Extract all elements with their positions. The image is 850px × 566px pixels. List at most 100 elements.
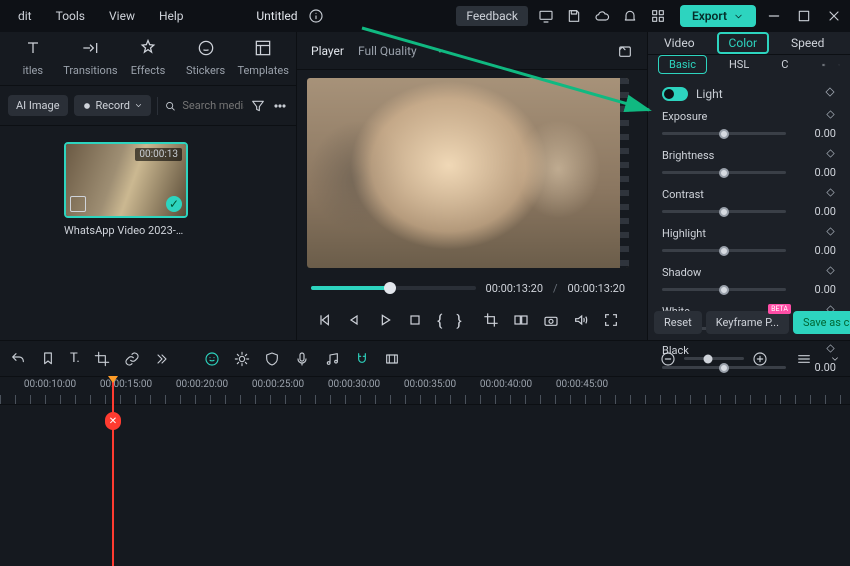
clip-duration: 00:00:13 [135,148,182,161]
param-slider[interactable] [662,171,786,174]
stop-icon[interactable] [407,312,423,328]
keyframe-icon[interactable] [825,109,836,123]
cloud-icon[interactable] [594,8,610,24]
record-button[interactable]: Record [74,95,151,116]
compare-view-icon[interactable] [822,57,825,73]
minimize-icon[interactable] [766,8,782,24]
save-icon[interactable] [566,8,582,24]
tab-titles[interactable]: itles [4,34,62,85]
menu-edit[interactable]: dit [8,5,42,27]
playhead[interactable]: ✕ [112,377,114,566]
crop-icon[interactable] [483,312,499,328]
tab-transitions[interactable]: Transitions [62,34,120,85]
grid-icon[interactable] [650,8,666,24]
subtab-basic[interactable]: Basic [658,55,707,74]
music-icon[interactable] [324,351,340,367]
param-label: Highlight [662,227,819,240]
tab-templates[interactable]: Templates [234,34,292,85]
ai-image-button[interactable]: AI Image [8,95,68,116]
preview-canvas[interactable] [307,78,629,268]
search-media[interactable] [164,98,244,114]
param-exposure: Exposure 0.00 [662,109,836,140]
keyframe-icon[interactable] [825,187,836,201]
shield-icon[interactable] [264,351,280,367]
mic-icon[interactable] [294,351,310,367]
ruler-mark: 00:00:35:00 [404,379,456,390]
keyframe-icon[interactable] [825,265,836,279]
param-slider[interactable] [662,210,786,213]
save-preset-button[interactable]: Save as cu... [793,311,850,334]
param-value: 0.00 [796,127,836,140]
adjust-icon[interactable] [234,351,250,367]
ruler-mark: 00:00:20:00 [176,379,228,390]
compare-icon[interactable] [513,312,529,328]
menu-tools[interactable]: Tools [46,5,95,27]
subtab-hsl[interactable]: HSL [719,56,759,73]
snapshot-icon[interactable] [617,43,633,59]
param-value: 0.00 [796,205,836,218]
info-icon [308,8,324,24]
tab-effects[interactable]: Effects [119,34,177,85]
param-label: Brightness [662,149,819,162]
monitor-icon[interactable] [538,8,554,24]
param-slider[interactable] [662,132,786,135]
param-label: Contrast [662,188,819,201]
play-icon[interactable] [377,312,393,328]
media-panel: itles Transitions Effects Stickers Templ… [0,32,297,340]
tab-speed[interactable]: Speed [785,32,830,54]
param-shadow: Shadow 0.00 [662,265,836,296]
marker-icon[interactable] [40,351,56,367]
volume-icon[interactable] [573,312,589,328]
face-icon[interactable] [204,351,220,367]
time-total: 00:00:13:20 [568,282,625,295]
param-slider[interactable] [662,366,786,369]
keyframe-panel-button[interactable]: Keyframe P...BETA [706,311,789,334]
keyframe-icon[interactable] [825,148,836,162]
filter-icon[interactable] [250,98,266,114]
tab-stickers[interactable]: Stickers [177,34,235,85]
more-icon[interactable] [272,98,288,114]
undo-icon[interactable] [10,351,26,367]
close-icon[interactable] [826,8,842,24]
search-input[interactable] [182,99,244,112]
zoom-slider[interactable] [684,357,744,360]
param-label: Exposure [662,110,819,123]
fullscreen-icon[interactable] [603,312,619,328]
progress-bar[interactable] [311,286,476,290]
tab-video[interactable]: Video [658,32,701,54]
magnet-icon[interactable] [354,351,370,367]
expand-icon[interactable] [154,351,170,367]
param-slider[interactable] [662,288,786,291]
time-ruler[interactable]: 00:00:10:0000:00:15:0000:00:20:0000:00:2… [0,377,850,405]
bell-icon[interactable] [622,8,638,24]
keyframe-icon[interactable] [825,226,836,240]
mark-in-icon[interactable]: { [437,311,442,330]
keyframe-icon[interactable] [824,86,836,101]
tab-color[interactable]: Color [717,32,769,54]
clip-name: WhatsApp Video 2023-10-05... [64,224,188,237]
media-clip[interactable]: 00:00:13✓ [64,142,188,218]
keyframe-icon[interactable] [825,343,836,357]
reset-button[interactable]: Reset [654,311,702,334]
player-tab[interactable]: Player [311,44,344,58]
crop-tool-icon[interactable] [94,351,110,367]
export-button[interactable]: Export [680,5,756,27]
chevron-down-icon[interactable] [838,57,840,73]
time-current: 00:00:13:20 [486,282,543,295]
mark-out-icon[interactable]: } [456,311,461,330]
light-toggle[interactable] [662,87,688,101]
link-icon[interactable] [124,351,140,367]
param-slider[interactable] [662,249,786,252]
feedback-button[interactable]: Feedback [456,6,528,26]
ruler-mark: 00:00:25:00 [252,379,304,390]
ruler-mark: 00:00:45:00 [556,379,608,390]
subtab-curves[interactable]: C [771,56,798,73]
step-back-icon[interactable] [347,312,363,328]
maximize-icon[interactable] [796,8,812,24]
quality-dropdown[interactable]: Full Quality [358,43,445,59]
aspect-icon [70,196,86,212]
camera-icon[interactable] [543,312,559,328]
prev-frame-icon[interactable] [317,312,333,328]
frame-icon[interactable] [384,351,400,367]
text-tool-icon[interactable]: T. [70,351,80,366]
